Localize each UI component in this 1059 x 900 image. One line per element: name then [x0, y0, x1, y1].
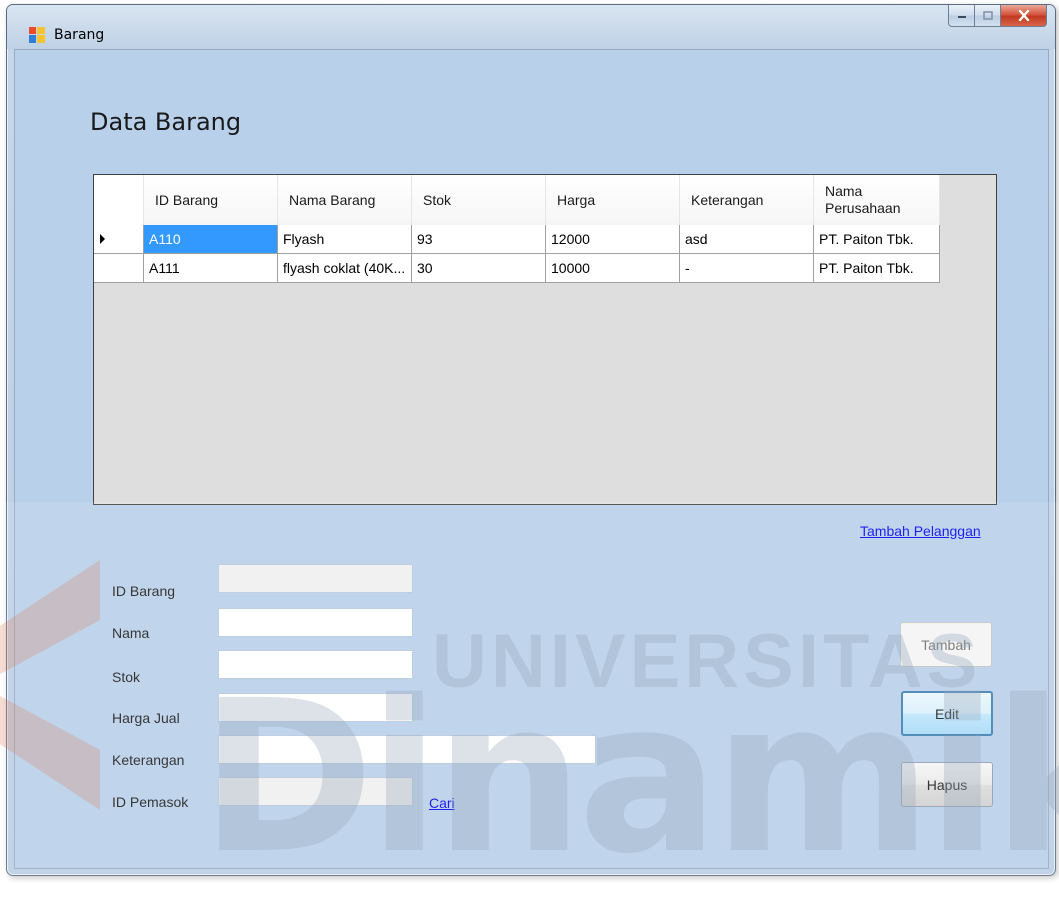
table-cell[interactable]: 10000: [546, 254, 680, 283]
table-row[interactable]: A111 flyash coklat (40K... 30 10000 - PT…: [94, 254, 940, 283]
label-keterangan: Keterangan: [112, 752, 185, 768]
keterangan-field[interactable]: [218, 735, 596, 764]
label-id-pemasok: ID Pemasok: [112, 794, 189, 810]
column-header-nama-perusahaan[interactable]: Nama Perusahaan: [814, 175, 940, 225]
table-cell[interactable]: flyash coklat (40K...: [278, 254, 412, 283]
form-app-icon: [29, 27, 45, 43]
label-nama: Nama: [112, 625, 150, 641]
minimize-icon: [957, 15, 966, 18]
caption-buttons: [948, 5, 1047, 27]
column-header-harga[interactable]: Harga: [546, 175, 680, 225]
column-header-keterangan[interactable]: Keterangan: [680, 175, 814, 225]
maximize-button[interactable]: [975, 5, 1001, 27]
table-cell[interactable]: 93: [412, 225, 546, 254]
table-cell[interactable]: asd: [680, 225, 814, 254]
table-row[interactable]: A110 Flyash 93 12000 asd PT. Paiton Tbk.: [94, 225, 940, 254]
data-grid[interactable]: ID Barang Nama Barang Stok Harga Keteran…: [93, 174, 997, 505]
table-cell[interactable]: A110: [144, 225, 278, 254]
tambah-pelanggan-link[interactable]: Tambah Pelanggan: [860, 523, 981, 539]
close-icon: [1018, 10, 1029, 21]
stok-field[interactable]: [218, 650, 413, 679]
edit-button[interactable]: Edit: [901, 691, 993, 736]
grid-header: ID Barang Nama Barang Stok Harga Keteran…: [94, 175, 940, 225]
maximize-icon: [982, 11, 993, 20]
close-button[interactable]: [1001, 5, 1047, 27]
grid-corner: [94, 175, 144, 225]
cari-link[interactable]: Cari: [429, 795, 455, 811]
tambah-button[interactable]: Tambah: [900, 622, 992, 667]
nama-field[interactable]: [218, 608, 413, 637]
table-cell[interactable]: 30: [412, 254, 546, 283]
title-bar[interactable]: Barang: [7, 5, 1055, 49]
app-window: Barang Data Barang ID Barang Nama Barang…: [6, 4, 1056, 876]
table-cell[interactable]: PT. Paiton Tbk.: [814, 225, 940, 254]
table-cell[interactable]: 12000: [546, 225, 680, 254]
table-cell[interactable]: -: [680, 254, 814, 283]
table-cell[interactable]: A111: [144, 254, 278, 283]
label-stok: Stok: [112, 669, 141, 685]
label-id-barang: ID Barang: [112, 583, 176, 599]
id-barang-field[interactable]: [218, 564, 413, 593]
table-cell[interactable]: PT. Paiton Tbk.: [814, 254, 940, 283]
table-cell[interactable]: Flyash: [278, 225, 412, 254]
row-header[interactable]: [94, 254, 144, 283]
page-title: Data Barang: [90, 108, 242, 136]
label-harga-jual: Harga Jual: [112, 710, 180, 726]
column-header-id-barang[interactable]: ID Barang: [144, 175, 278, 225]
minimize-button[interactable]: [948, 5, 975, 27]
row-header[interactable]: [94, 225, 144, 254]
current-row-arrow-icon: [100, 234, 105, 244]
column-header-nama-barang[interactable]: Nama Barang: [278, 175, 412, 225]
hapus-button[interactable]: Hapus: [901, 762, 993, 807]
window-title: Barang: [54, 27, 105, 43]
column-header-stok[interactable]: Stok: [412, 175, 546, 225]
harga-jual-field[interactable]: [218, 693, 413, 722]
id-pemasok-field[interactable]: [218, 777, 413, 806]
form-client-area: Data Barang ID Barang Nama Barang Stok H…: [14, 49, 1049, 869]
